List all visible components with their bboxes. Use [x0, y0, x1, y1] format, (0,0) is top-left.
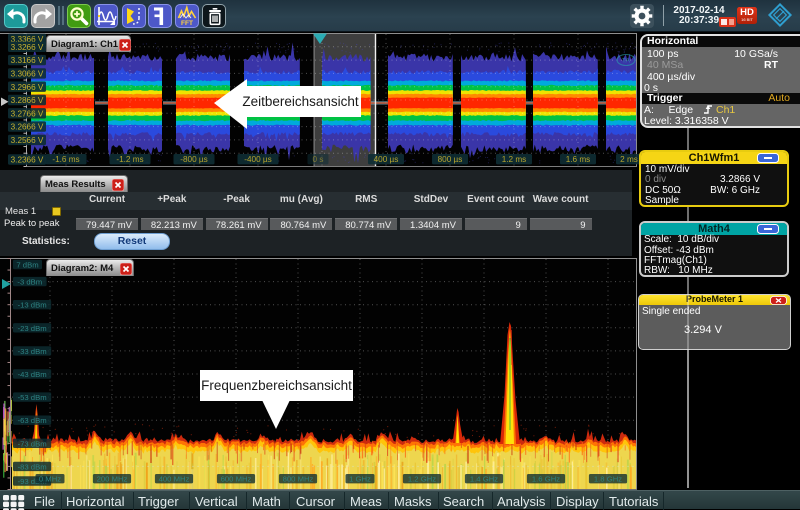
svg-text:1.2 GHz: 1.2 GHz — [408, 475, 436, 484]
svg-text:3.3066 V: 3.3066 V — [11, 70, 44, 79]
svg-text:3.3166 V: 3.3166 V — [11, 56, 44, 65]
svg-text:2 ms: 2 ms — [620, 155, 638, 164]
svg-text:-83 dBm: -83 dBm — [18, 462, 47, 471]
svg-text:400 µs: 400 µs — [374, 155, 399, 164]
svg-text:800 µs: 800 µs — [438, 155, 463, 164]
svg-text:0 s: 0 s — [313, 155, 324, 164]
svg-text:1.4 GHz: 1.4 GHz — [470, 475, 498, 484]
svg-text:800 MHz: 800 MHz — [283, 475, 314, 484]
svg-text:600 MHz: 600 MHz — [221, 475, 252, 484]
svg-text:3.2966 V: 3.2966 V — [11, 83, 44, 92]
svg-text:3.2766 V: 3.2766 V — [11, 109, 44, 118]
svg-text:-3 dBm: -3 dBm — [17, 278, 42, 287]
svg-text:-1.6 ms: -1.6 ms — [52, 155, 79, 164]
svg-text:-73 dBm: -73 dBm — [18, 439, 47, 448]
svg-text:200 MHz: 200 MHz — [97, 475, 128, 484]
svg-text:FFT: FFT — [181, 20, 193, 27]
svg-text:-800 µs: -800 µs — [180, 155, 207, 164]
svg-text:-63 dBm: -63 dBm — [18, 416, 47, 425]
svg-text:1.2 ms: 1.2 ms — [502, 155, 527, 164]
svg-text:TA: TA — [622, 58, 631, 65]
svg-text:1.8 GHz: 1.8 GHz — [594, 475, 622, 484]
svg-text:1 GHz: 1 GHz — [349, 475, 371, 484]
svg-text:7 dBm: 7 dBm — [16, 261, 38, 270]
svg-text:-13 dBm: -13 dBm — [18, 301, 47, 310]
svg-text:400 MHz: 400 MHz — [159, 475, 190, 484]
svg-text:1.6 GHz: 1.6 GHz — [532, 475, 560, 484]
svg-text:3.3266 V: 3.3266 V — [11, 43, 44, 52]
svg-text:-53 dBm: -53 dBm — [18, 393, 47, 402]
svg-text:3.2566 V: 3.2566 V — [11, 136, 44, 145]
svg-text:-43 dBm: -43 dBm — [18, 370, 47, 379]
svg-text:1.6 ms: 1.6 ms — [566, 155, 591, 164]
svg-text:3.2666 V: 3.2666 V — [11, 123, 44, 132]
svg-text:-33 dBm: -33 dBm — [18, 347, 47, 356]
svg-text:-400 µs: -400 µs — [244, 155, 271, 164]
svg-text:-23 dBm: -23 dBm — [18, 324, 47, 333]
svg-text:-1.2 ms: -1.2 ms — [116, 155, 143, 164]
svg-text:3.2366 V: 3.2366 V — [11, 156, 44, 165]
svg-text:3.2866 V: 3.2866 V — [11, 96, 44, 105]
svg-text:0 MHz: 0 MHz — [39, 475, 61, 484]
